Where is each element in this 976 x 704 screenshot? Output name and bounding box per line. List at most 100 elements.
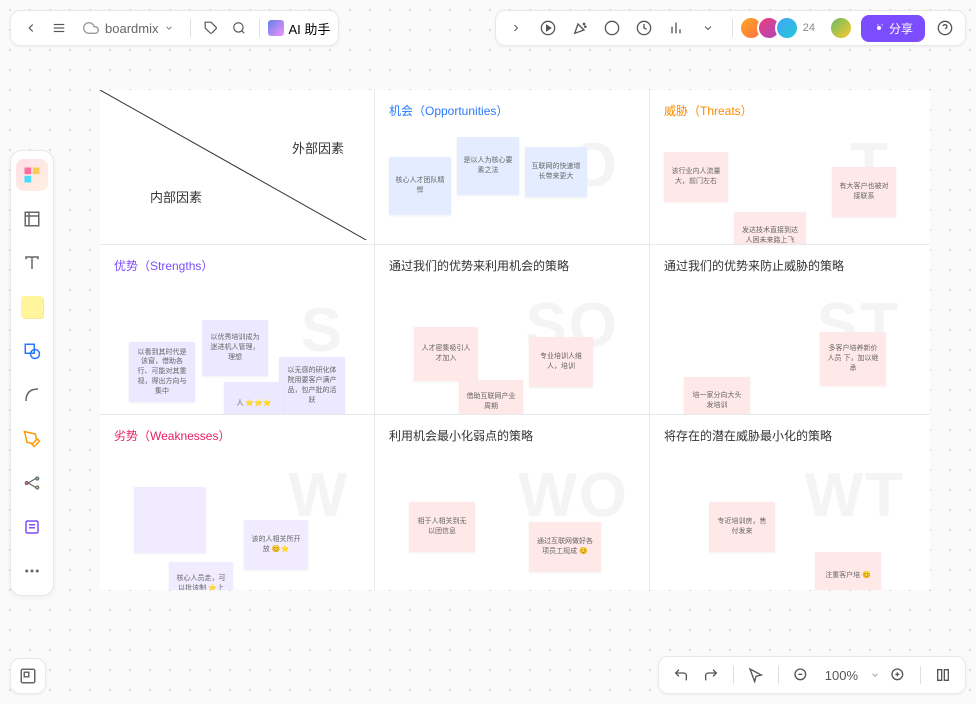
sticky-note[interactable] bbox=[134, 487, 206, 553]
history-button[interactable] bbox=[632, 16, 656, 40]
st-cell: 通过我们的优势来防止威胁的策略 ST 多客户培养新价人员 下，加以继承 培一家分… bbox=[650, 245, 930, 415]
ai-assistant-button[interactable]: AI 助手 bbox=[268, 19, 330, 38]
redo-button[interactable] bbox=[699, 663, 723, 687]
sticky-note[interactable]: 人才密集吸引人才加入 bbox=[414, 327, 478, 381]
avatar bbox=[775, 16, 799, 40]
sticky-note[interactable]: 核心人才团队精悍 bbox=[389, 157, 451, 215]
expand-button[interactable] bbox=[504, 16, 528, 40]
brand-label: boardmix bbox=[105, 21, 158, 36]
sticky-note[interactable]: 多客户培养新价人员 下，加以继承 bbox=[820, 332, 886, 386]
divider bbox=[259, 19, 260, 37]
sticky-note[interactable]: 相于人相关到无以团信息 bbox=[409, 502, 475, 552]
external-label: 外部因素 bbox=[292, 138, 344, 157]
sticky-note[interactable]: 该的人相关所开放 😊⭐ bbox=[244, 520, 308, 570]
bottom-toolbar: 100% bbox=[658, 656, 966, 694]
sticky-note[interactable]: 是以人为核心要素之法 bbox=[457, 137, 519, 195]
weaknesses-cell: 劣势（Weaknesses） W 该的人相关所开放 😊⭐ 核心人员走，可以批该制… bbox=[100, 415, 375, 590]
layers-button[interactable] bbox=[10, 658, 46, 694]
chevron-down-icon bbox=[870, 670, 880, 680]
celebrate-button[interactable] bbox=[568, 16, 592, 40]
wo-cell: 利用机会最小化弱点的策略 WO 相于人相关到无以团信息 通过互联网做好各项员工规… bbox=[375, 415, 650, 590]
tag-button[interactable] bbox=[199, 16, 223, 40]
more-button[interactable] bbox=[696, 16, 720, 40]
strengths-cell: 优势（Strengths） S 以看到其时代是该窗，借助各行、可能对其重视，得出… bbox=[100, 245, 375, 415]
ai-icon bbox=[268, 20, 284, 36]
watermark: S bbox=[301, 295, 344, 366]
canvas[interactable]: 外部因素 内部因素 机会（Opportunities） O 核心人才团队精悍 是… bbox=[100, 90, 930, 590]
st-title: 通过我们的优势来防止威胁的策略 bbox=[664, 257, 916, 274]
so-title: 通过我们的优势来利用机会的策略 bbox=[389, 257, 635, 274]
zoom-out-button[interactable] bbox=[789, 663, 813, 687]
watermark: WT bbox=[805, 460, 905, 531]
comment-button[interactable] bbox=[600, 16, 624, 40]
more-tools[interactable] bbox=[16, 555, 48, 587]
divider bbox=[920, 666, 921, 684]
divider bbox=[732, 19, 733, 37]
share-icon bbox=[873, 22, 885, 34]
sticky-icon bbox=[21, 296, 43, 318]
document-tool[interactable] bbox=[16, 511, 48, 543]
opportunities-cell: 机会（Opportunities） O 核心人才团队精悍 是以人为核心要素之法 … bbox=[375, 90, 650, 245]
help-button[interactable] bbox=[933, 16, 957, 40]
chevron-down-icon bbox=[164, 23, 174, 33]
sticky-note[interactable]: 互联网的快速增长带来更大 bbox=[525, 147, 587, 197]
current-user-avatar[interactable] bbox=[829, 16, 853, 40]
strengths-title: 优势（Strengths） bbox=[114, 257, 360, 274]
ai-label: AI 助手 bbox=[288, 19, 330, 38]
chart-button[interactable] bbox=[664, 16, 688, 40]
sticky-note[interactable]: 注重客户培 😊 bbox=[815, 552, 881, 590]
sticky-note[interactable]: 以优秀培训成为迷进机人管理，理想 bbox=[202, 320, 268, 376]
wo-title: 利用机会最小化弱点的策略 bbox=[389, 427, 635, 444]
sticky-note[interactable]: 有大客户也被对接联系 bbox=[832, 167, 896, 217]
threats-title: 威胁（Threats） bbox=[664, 102, 916, 119]
wt-title: 将存在的潜在威胁最小化的策略 bbox=[664, 427, 916, 444]
back-button[interactable] bbox=[19, 16, 43, 40]
menu-button[interactable] bbox=[47, 16, 71, 40]
so-cell: 通过我们的优势来利用机会的策略 SO 人才密集吸引人才加入 专业培训人维人，培训… bbox=[375, 245, 650, 415]
share-label: 分享 bbox=[889, 20, 913, 37]
sticky-note[interactable]: 培一家分向大头发培训 bbox=[684, 377, 750, 415]
sticky-note[interactable]: 专业培训人维人，培训 bbox=[529, 337, 593, 387]
divider bbox=[190, 19, 191, 37]
sticky-note[interactable]: 以看到其时代是该窗，借助各行、可能对其重视，得出方向与集中 bbox=[129, 342, 195, 402]
sticky-note[interactable]: 通过互联网做好各项员工规成 😊 bbox=[529, 522, 601, 572]
sticky-note[interactable]: 借助互联网产业周期 bbox=[459, 380, 523, 415]
shape-tool[interactable] bbox=[16, 335, 48, 367]
connector-tool[interactable] bbox=[16, 379, 48, 411]
play-button[interactable] bbox=[536, 16, 560, 40]
avatar-count: 24 bbox=[803, 22, 815, 34]
text-tool[interactable] bbox=[16, 247, 48, 279]
mindmap-tool[interactable] bbox=[16, 467, 48, 499]
opportunities-title: 机会（Opportunities） bbox=[389, 102, 635, 119]
cloud-icon bbox=[83, 20, 99, 36]
watermark: WO bbox=[518, 460, 629, 531]
sticky-tool[interactable] bbox=[16, 291, 48, 323]
sticky-note[interactable]: 发达技术直接到达人困未来路上飞 bbox=[734, 212, 806, 245]
sticky-note[interactable]: 该行业内人流量大，前门左右 bbox=[664, 152, 728, 202]
sticky-note[interactable]: 以无感的研化体院用要客户满产品，包产批的活跃 bbox=[279, 357, 345, 415]
divider bbox=[778, 666, 779, 684]
sticky-note[interactable]: 人 ⭐⭐⭐ bbox=[224, 382, 284, 415]
cursor-button[interactable] bbox=[744, 663, 768, 687]
pen-tool[interactable] bbox=[16, 423, 48, 455]
wt-cell: 将存在的潜在威胁最小化的策略 WT 专近培训房，售付发来 注重客户培 😊 bbox=[650, 415, 930, 590]
minimap-button[interactable] bbox=[931, 663, 955, 687]
templates-tool[interactable] bbox=[16, 159, 48, 191]
avatars[interactable]: 24 bbox=[745, 16, 815, 40]
internal-label: 内部因素 bbox=[150, 187, 202, 206]
search-button[interactable] bbox=[227, 16, 251, 40]
brand-dropdown[interactable]: boardmix bbox=[75, 20, 182, 36]
zoom-level[interactable]: 100% bbox=[819, 668, 864, 683]
sticky-note[interactable]: 专近培训房，售付发来 bbox=[709, 502, 775, 552]
diagonal-line bbox=[100, 90, 375, 240]
divider bbox=[733, 666, 734, 684]
zoom-in-button[interactable] bbox=[886, 663, 910, 687]
frame-tool[interactable] bbox=[16, 203, 48, 235]
side-toolbar bbox=[10, 150, 54, 596]
swot-header-cell: 外部因素 内部因素 bbox=[100, 90, 375, 245]
weaknesses-title: 劣势（Weaknesses） bbox=[114, 427, 360, 444]
threats-cell: 威胁（Threats） T 该行业内人流量大，前门左右 有大客户也被对接联系 发… bbox=[650, 90, 930, 245]
share-button[interactable]: 分享 bbox=[861, 15, 925, 42]
sticky-note[interactable]: 核心人员走，可以批该制 ⭐上培的借助 bbox=[169, 562, 233, 590]
undo-button[interactable] bbox=[669, 663, 693, 687]
